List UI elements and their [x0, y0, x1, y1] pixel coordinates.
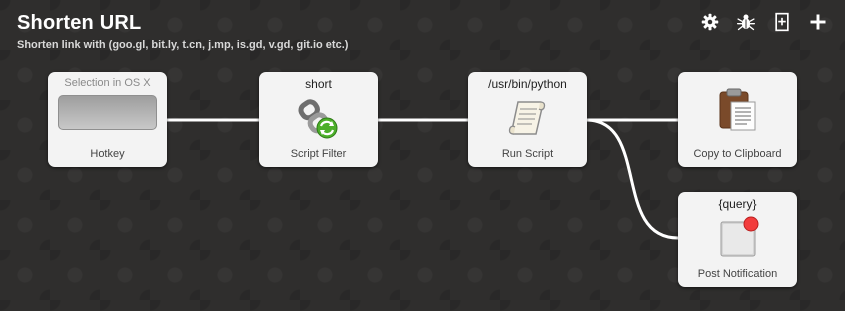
node-hotkey-argument: Selection in OS X	[64, 77, 151, 89]
node-run-script-language: /usr/bin/python	[488, 77, 567, 91]
node-run-script[interactable]: /usr/bin/python Run Script	[468, 72, 587, 167]
node-script-filter-label: Script Filter	[290, 148, 347, 160]
notification-icon	[720, 216, 758, 257]
node-script-filter-keyword: short	[305, 77, 332, 91]
node-copy-to-clipboard-label: Copy to Clipboard	[693, 148, 782, 160]
clipboard-icon	[719, 88, 755, 131]
connection-run-script-to-notification[interactable]	[585, 118, 679, 240]
hotkey-field[interactable]	[58, 95, 157, 130]
node-hotkey-label: Hotkey	[90, 148, 125, 160]
node-copy-to-clipboard[interactable]: Copy to Clipboard	[678, 72, 797, 167]
script-scroll-icon	[508, 101, 545, 135]
node-post-notification-label: Post Notification	[697, 268, 778, 280]
script-filter-icon	[297, 99, 337, 139]
node-hotkey[interactable]: Selection in OS X Hotkey	[48, 72, 167, 167]
node-run-script-label: Run Script	[501, 148, 554, 160]
node-post-notification[interactable]: {query} Post Notification	[678, 192, 797, 287]
node-script-filter[interactable]: short Script Filter	[259, 72, 378, 167]
node-post-notification-text: {query}	[718, 197, 757, 211]
